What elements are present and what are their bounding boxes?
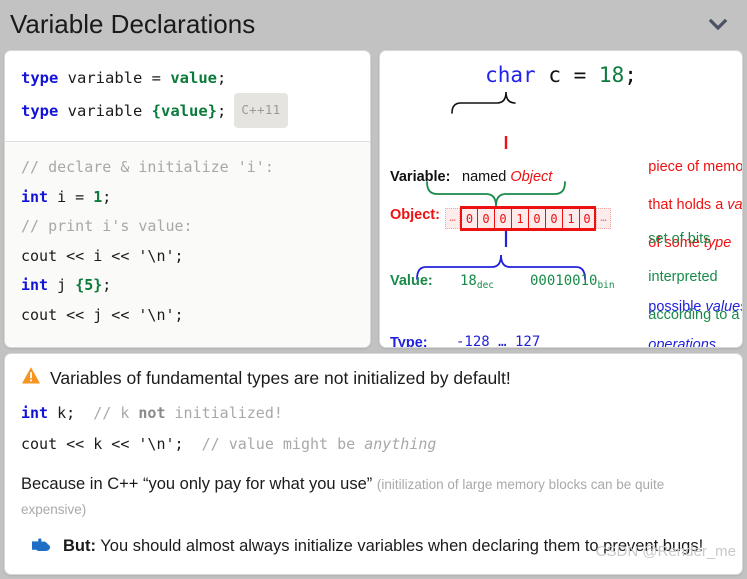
diagram-note-type-values: values bbox=[705, 299, 742, 315]
bit-cell: 1 bbox=[562, 208, 579, 229]
example-kw-2: int bbox=[21, 187, 49, 206]
syntax-end-2: ; bbox=[217, 102, 227, 120]
prose-main: Because in C++ “you only pay for what yo… bbox=[21, 475, 377, 493]
syntax-end-1: ; bbox=[217, 69, 227, 87]
example-line-2: int i = 1; bbox=[21, 183, 354, 213]
diagram-value-dec-subscript: dec bbox=[476, 280, 495, 291]
example-brace-open-5: { bbox=[75, 276, 85, 294]
pointing-hand-icon bbox=[31, 536, 53, 558]
syntax-brace-open-2: { bbox=[151, 102, 161, 120]
warning-triangle-icon bbox=[21, 366, 41, 390]
warning-code-comment-2a: // value might be bbox=[201, 435, 365, 453]
section-header[interactable]: Variable Declarations bbox=[0, 0, 747, 48]
example-line-5: int j {5}; bbox=[21, 271, 354, 301]
bit-cell: 0 bbox=[545, 208, 562, 229]
diagram-note-type: possible values & operations bbox=[608, 279, 742, 348]
example-lit-2: 1 bbox=[93, 187, 103, 206]
bit-cell: 0 bbox=[477, 208, 494, 229]
example-rest-2: i = bbox=[48, 187, 94, 206]
diagram-bits: 0 0 0 1 0 0 1 0 bbox=[460, 206, 596, 231]
diagram-label-object: Object: bbox=[390, 207, 440, 223]
warning-code-line-1: int k; // k not initialized! bbox=[21, 398, 726, 429]
example-rest-5: j bbox=[48, 276, 76, 294]
example-line-3: // print i's value: bbox=[21, 212, 354, 242]
example-brace-close-5: } bbox=[93, 276, 103, 294]
diagram-label-value: Value: bbox=[390, 273, 433, 289]
warning-code-rest-1: k; bbox=[48, 404, 94, 422]
diagram-value-binary: 00010010bin bbox=[530, 273, 615, 291]
chevron-down-icon[interactable] bbox=[705, 11, 731, 37]
syntax-name-1: variable bbox=[58, 69, 152, 87]
warning-card: Variables of fundamental types are not i… bbox=[4, 353, 743, 575]
syntax-card: type variable = value; type variable {va… bbox=[4, 50, 371, 348]
diagram-variable-value: named Object bbox=[462, 169, 552, 185]
diagram-value-decimal: 18dec bbox=[460, 273, 494, 291]
memory-diagram: char c = 18; Variable: named Object Obje… bbox=[380, 51, 742, 347]
example-plain-4: cout << i << '\n'; bbox=[21, 246, 184, 265]
diagram-variable-plain: named bbox=[462, 169, 511, 185]
prose-paragraph: Because in C++ “you only pay for what yo… bbox=[21, 472, 726, 522]
warning-code-kw-1: int bbox=[21, 404, 49, 422]
diagram-type-range: -128 … 127 bbox=[456, 334, 541, 348]
syntax-line-1: type variable = value; bbox=[21, 63, 354, 93]
example-end-2: ; bbox=[102, 187, 112, 206]
diagram-value-dec-number: 18 bbox=[460, 273, 477, 289]
example-comment-1: // declare & initialize 'i': bbox=[21, 158, 274, 176]
syntax-eq-1: = bbox=[151, 69, 171, 87]
but-label: But: bbox=[63, 537, 96, 555]
bit-cell: 0 bbox=[494, 208, 511, 229]
warning-code-plain-2: cout << k << '\n'; bbox=[21, 435, 202, 453]
watermark: CSDN @Render_me bbox=[595, 543, 736, 560]
example-comment-3: // print i's value: bbox=[21, 217, 193, 235]
top-row: type variable = value; type variable {va… bbox=[4, 50, 743, 348]
syntax-block: type variable = value; type variable {va… bbox=[5, 51, 370, 142]
example-lit-5: 5 bbox=[84, 276, 94, 294]
warning-code-line-2: cout << k << '\n'; // value might be any… bbox=[21, 429, 726, 460]
syntax-brace-close-2: } bbox=[207, 102, 218, 120]
example-line-6: cout << j << '\n'; bbox=[21, 301, 354, 331]
example-kw-5: int bbox=[21, 276, 49, 294]
example-block: // declare & initialize 'i': int i = 1; … bbox=[5, 142, 370, 347]
warning-code-comment-bold-1: not bbox=[138, 404, 166, 422]
syntax-kw-2: type bbox=[21, 102, 59, 120]
cpp11-badge: C++11 bbox=[234, 93, 288, 128]
warning-code-comment-italic-2: anything bbox=[364, 435, 437, 453]
syntax-name-2: variable bbox=[58, 102, 152, 120]
page-title: Variable Declarations bbox=[10, 9, 256, 39]
syntax-val-1: value bbox=[170, 69, 217, 87]
syntax-kw-1: type bbox=[21, 69, 59, 87]
diagram-variable-emphasis: Object bbox=[510, 169, 553, 185]
page-root: Variable Declarations type variable = va… bbox=[0, 0, 747, 579]
bit-cell: 0 bbox=[460, 208, 477, 229]
diagram-bits-left-ellipsis: … bbox=[445, 208, 460, 229]
warning-row: Variables of fundamental types are not i… bbox=[21, 366, 726, 390]
example-plain-6: cout << j << '\n'; bbox=[21, 305, 184, 324]
example-line-4: cout << i << '\n'; bbox=[21, 242, 354, 272]
bit-cell: 1 bbox=[511, 208, 528, 229]
bit-cell: 0 bbox=[528, 208, 545, 229]
diagram-note-object-line1: piece of memory bbox=[648, 159, 743, 175]
warning-code-comment-1b: initialized! bbox=[165, 404, 283, 422]
diagram-note-type-line1a: possible bbox=[648, 299, 706, 315]
warning-code-comment-1a: // k bbox=[93, 404, 139, 422]
diagram-label-variable: Variable: bbox=[390, 169, 451, 185]
bit-cell: 0 bbox=[579, 208, 596, 229]
diagram-label-type: Type: bbox=[390, 335, 428, 348]
syntax-val-2: value bbox=[161, 102, 208, 120]
memory-diagram-card: char c = 18; Variable: named Object Obje… bbox=[379, 50, 743, 348]
example-end-5: ; bbox=[102, 276, 112, 294]
warning-heading: Variables of fundamental types are not i… bbox=[50, 367, 511, 388]
syntax-line-2: type variable {value}; C++11 bbox=[21, 93, 354, 128]
diagram-value-bin-number: 00010010 bbox=[530, 273, 598, 289]
diagram-note-value-line1: set of bits bbox=[648, 231, 711, 247]
diagram-bit-field: … 0 0 0 1 0 0 1 0 … bbox=[445, 206, 611, 231]
example-line-1: // declare & initialize 'i': bbox=[21, 153, 354, 183]
diagram-note-type-operations: operations bbox=[648, 337, 717, 348]
